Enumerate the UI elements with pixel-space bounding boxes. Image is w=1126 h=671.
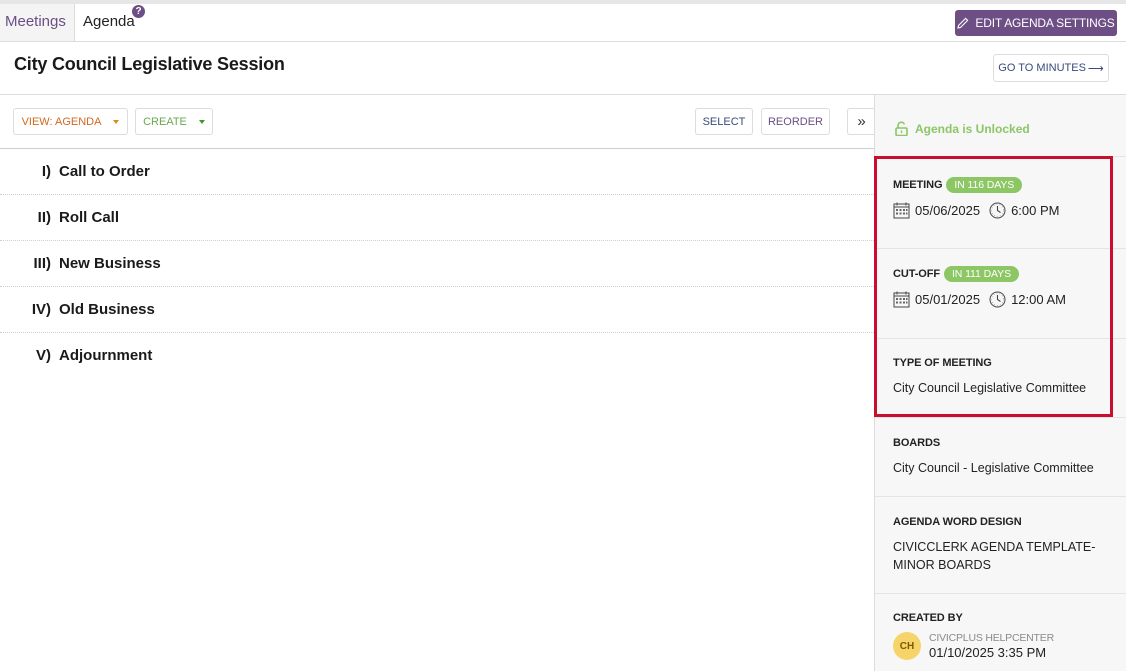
agenda-details-sidebar: Agenda is Unlocked MEETING IN 116 DAYS 0… [874,95,1126,671]
reorder-button[interactable]: REORDER [761,108,830,135]
agenda-item[interactable]: I) Call to Order [0,149,874,195]
agenda-item-number: III) [33,255,52,272]
agenda-toolbar: VIEW: AGENDA CREATE SELECT REORDER » [0,95,875,149]
type-of-meeting-section: TYPE OF MEETING City Council Legislative… [875,339,1126,418]
agenda-item[interactable]: III) New Business [0,241,874,287]
title-bar: City Council Legislative Session GO TO M… [0,42,1126,95]
cutoff-label: CUT-OFF [893,268,940,280]
agenda-lock-status[interactable]: Agenda is Unlocked [875,95,1126,157]
avatar: CH [893,632,921,660]
agenda-word-design-section: AGENDA WORD DESIGN CIVICCLERK AGENDA TEM… [875,497,1126,594]
calendar-icon [893,202,910,219]
collapse-sidebar-button[interactable]: » [847,108,875,135]
select-button[interactable]: SELECT [695,108,753,135]
agenda-item[interactable]: II) Roll Call [0,195,874,241]
created-by-section: CREATED BY CH CIVICPLUS HELPCENTER 01/10… [875,594,1126,671]
edit-agenda-settings-button[interactable]: EDIT AGENDA SETTINGS [955,10,1117,36]
create-dropdown[interactable]: CREATE [135,108,213,135]
cutoff-days-badge: IN 111 DAYS [943,266,1019,282]
boards-section: BOARDS City Council - Legislative Commit… [875,418,1126,497]
page-title: City Council Legislative Session [14,54,285,74]
top-tab-bar: Meetings Agenda ? EDIT AGENDA SETTINGS [0,0,1126,42]
arrow-right-icon: ⟶ [1087,62,1104,75]
agenda-word-design-line-2: MINOR BOARDS [893,558,991,572]
agenda-item[interactable]: V) Adjournment [0,333,874,379]
meeting-date: 05/06/2025 [915,203,981,218]
cutoff-date: 05/01/2025 [915,292,981,307]
meeting-section: MEETING IN 116 DAYS 05/06/2025 6:00 PM [875,157,1126,249]
caret-down-icon [113,119,120,124]
help-icon[interactable]: ? [132,5,145,18]
cutoff-time: 12:00 AM [1011,292,1067,307]
boards-label: BOARDS [893,437,941,449]
agenda-item[interactable]: IV) Old Business [0,287,874,333]
pencil-icon [957,17,969,29]
agenda-item-list: I) Call to Order II) Roll Call III) New … [0,149,874,379]
creator-name: CIVICPLUS HELPCENTER [929,632,1054,644]
view-agenda-dropdown[interactable]: VIEW: AGENDA [13,108,128,135]
tab-meetings[interactable]: Meetings [0,4,75,41]
agenda-word-design-line-1: CIVICCLERK AGENDA TEMPLATE- [893,540,1096,554]
agenda-word-design-label: AGENDA WORD DESIGN [893,516,1022,528]
lock-status-text: Agenda is Unlocked [915,121,1030,136]
agenda-item-title: Old Business [59,301,155,318]
boards-value: City Council - Legislative Committee [893,461,1094,475]
agenda-item-number: II) [37,209,51,226]
agenda-item-title: Call to Order [59,163,150,180]
agenda-item-title: New Business [59,255,161,272]
type-of-meeting-label: TYPE OF MEETING [893,357,992,369]
go-to-minutes-button[interactable]: GO TO MINUTES ⟶ [993,54,1109,82]
clock-icon [989,291,1006,308]
meeting-label: MEETING [893,179,943,191]
caret-down-icon [198,119,205,124]
meeting-days-badge: IN 116 DAYS [946,177,1023,193]
unlock-icon [895,121,908,136]
tab-agenda[interactable]: Agenda [83,4,135,41]
agenda-item-number: V) [36,347,51,364]
agenda-item-title: Adjournment [59,347,153,364]
agenda-item-number: IV) [31,301,51,318]
clock-icon [989,202,1006,219]
create-label: CREATE [143,115,187,128]
agenda-word-design-value: CIVICCLERK AGENDA TEMPLATE- MINOR BOARDS [893,538,1126,574]
meeting-time: 6:00 PM [1011,203,1060,218]
go-to-minutes-label: GO TO MINUTES [998,62,1086,74]
agenda-item-title: Roll Call [59,209,120,226]
agenda-item-number: I) [41,163,51,180]
calendar-icon [893,291,910,308]
type-of-meeting-value: City Council Legislative Committee [893,381,1087,395]
cutoff-section: CUT-OFF IN 111 DAYS 05/01/2025 12:00 AM [875,249,1126,339]
created-datetime: 01/10/2025 3:35 PM [929,645,1047,660]
edit-agenda-settings-label: EDIT AGENDA SETTINGS [975,16,1115,30]
view-agenda-label: VIEW: AGENDA [21,115,102,128]
created-by-label: CREATED BY [893,612,963,624]
